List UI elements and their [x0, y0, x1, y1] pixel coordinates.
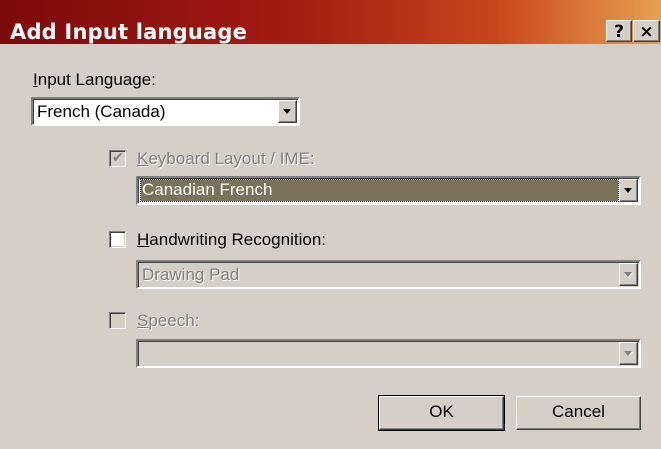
- checkmark-icon: ✔: [112, 150, 124, 166]
- input-language-select[interactable]: French (Canada): [31, 97, 300, 126]
- input-language-dropdown-button[interactable]: [278, 100, 297, 123]
- keyboard-layout-label: Keyboard Layout / IME:: [137, 149, 315, 169]
- input-language-label: Input Language:: [33, 70, 156, 90]
- close-button[interactable]: ×: [633, 20, 660, 42]
- speech-label-rest: peech:: [148, 311, 200, 330]
- speech-checkbox[interactable]: [109, 312, 126, 329]
- keyboard-layout-label-rest: eyboard Layout / IME:: [148, 149, 315, 168]
- handwriting-dropdown-button[interactable]: [619, 263, 638, 286]
- handwriting-label: Handwriting Recognition:: [137, 230, 326, 250]
- handwriting-checkbox[interactable]: [109, 231, 126, 248]
- window-title: Add Input language: [10, 20, 248, 44]
- help-button[interactable]: ?: [606, 20, 632, 42]
- cancel-button[interactable]: Cancel: [516, 396, 641, 430]
- keyboard-layout-dropdown-button[interactable]: [619, 179, 638, 202]
- chevron-down-icon: [624, 188, 632, 193]
- input-language-value: French (Canada): [37, 102, 166, 121]
- input-language-label-rest: nput Language:: [37, 70, 156, 89]
- chevron-down-icon: [624, 272, 632, 277]
- title-bar[interactable]: Add Input language ? ×: [0, 0, 661, 44]
- speech-dropdown-button[interactable]: [619, 342, 638, 365]
- handwriting-value: Drawing Pad: [142, 265, 240, 284]
- chevron-down-icon: [624, 351, 632, 356]
- speech-label: Speech:: [137, 311, 199, 331]
- handwriting-label-rest: andwriting Recognition:: [149, 230, 326, 249]
- keyboard-layout-select[interactable]: Canadian French: [136, 176, 641, 205]
- keyboard-layout-value: Canadian French: [140, 179, 619, 202]
- keyboard-layout-checkbox[interactable]: ✔: [109, 150, 126, 167]
- speech-label-mnemonic: S: [137, 311, 149, 330]
- ok-button[interactable]: OK: [378, 395, 505, 431]
- speech-select[interactable]: [136, 339, 641, 368]
- keyboard-layout-label-mnemonic: K: [137, 149, 149, 168]
- handwriting-select[interactable]: Drawing Pad: [136, 260, 641, 289]
- chevron-down-icon: [283, 109, 291, 114]
- handwriting-label-mnemonic: H: [137, 230, 150, 249]
